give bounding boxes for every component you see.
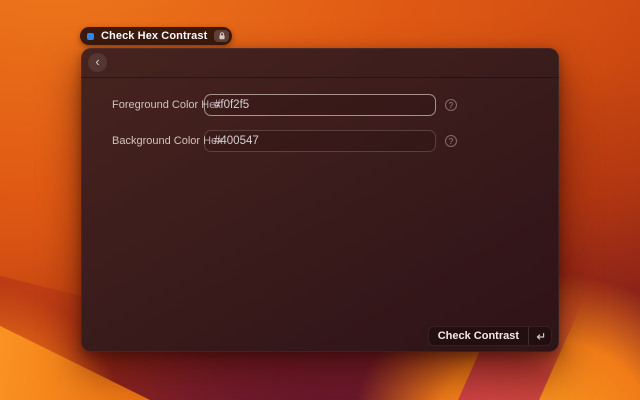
back-button[interactable]: ‹ [88, 53, 107, 72]
launcher-pill[interactable]: Check Hex Contrast [80, 27, 232, 45]
help-icon[interactable]: ? [445, 99, 457, 111]
window-header: ‹ [81, 48, 559, 78]
foreground-hex-label: Foreground Color Hex [112, 99, 196, 111]
background-hex-label: Background Color Hex [112, 135, 196, 147]
form-row-background: Background Color Hex ? [112, 130, 457, 152]
form-row-foreground: Foreground Color Hex ? [112, 94, 457, 116]
check-contrast-label: Check Contrast [429, 330, 528, 342]
background-hex-input[interactable] [204, 130, 436, 152]
app-window: ‹ Foreground Color Hex ? Background Colo… [81, 48, 559, 352]
lock-icon [218, 32, 226, 40]
question-mark-glyph: ? [449, 137, 453, 146]
check-contrast-button[interactable]: Check Contrast [428, 326, 552, 346]
help-icon[interactable]: ? [445, 135, 457, 147]
extension-icon [87, 33, 94, 40]
foreground-hex-input[interactable] [204, 94, 436, 116]
launcher-pill-title: Check Hex Contrast [101, 30, 207, 42]
chevron-left-icon: ‹ [95, 55, 99, 68]
question-mark-glyph: ? [449, 101, 453, 110]
lock-badge[interactable] [214, 30, 229, 42]
return-key-icon [529, 332, 551, 341]
